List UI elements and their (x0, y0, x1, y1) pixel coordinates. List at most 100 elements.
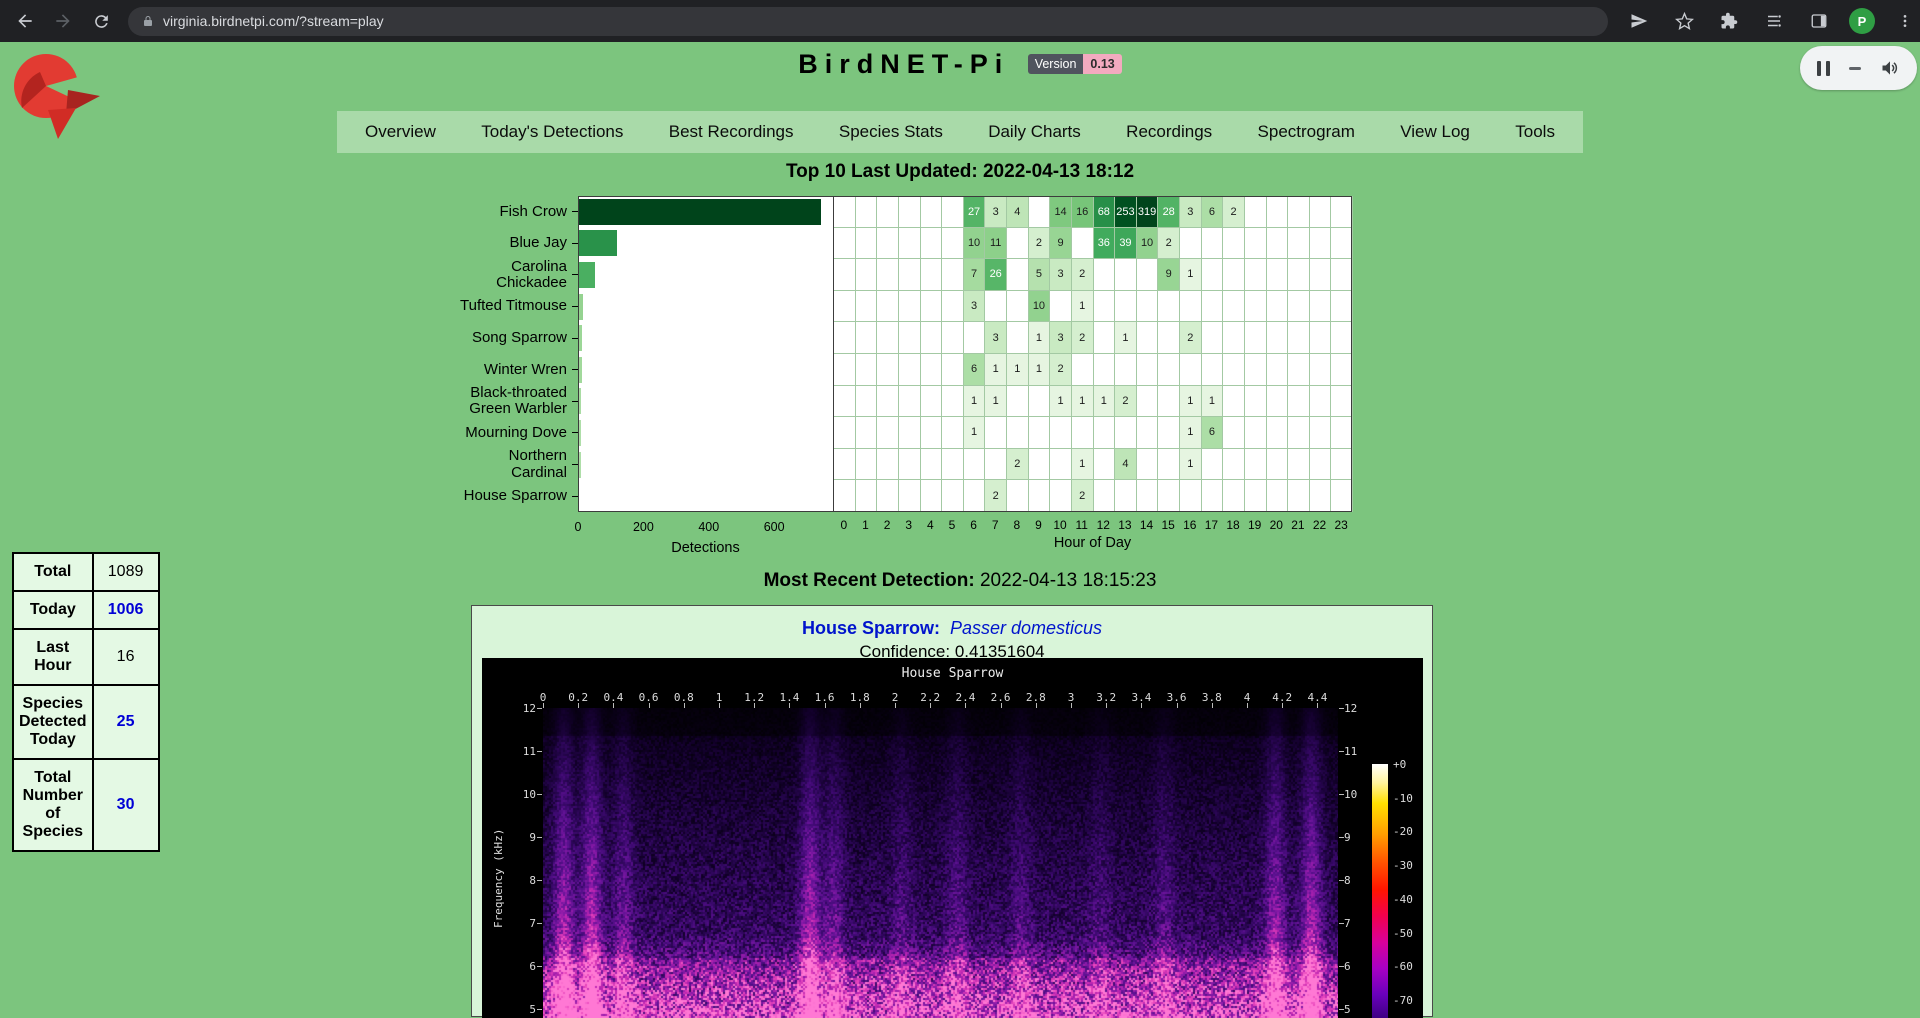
nav-item-view-log[interactable]: View Log (1400, 122, 1470, 142)
species-label: Winter Wren (420, 354, 578, 386)
nav-item-best-recordings[interactable]: Best Recordings (669, 122, 794, 142)
heatmap-cell: 1 (985, 386, 1007, 418)
heatmap-cell (1245, 480, 1267, 512)
db-tick: -50 (1393, 927, 1413, 940)
stats-value[interactable]: 25 (93, 685, 159, 759)
pause-button[interactable] (1817, 61, 1830, 76)
heatmap-cell (1137, 354, 1159, 386)
forward-icon[interactable] (48, 6, 78, 36)
hour-tick: 14 (1140, 518, 1153, 532)
heatmap-cell (1029, 386, 1051, 418)
side-panel-icon[interactable] (1804, 6, 1834, 36)
main-nav: Overview Today's Detections Best Recording… (337, 111, 1583, 153)
heatmap-cell: 5 (1029, 259, 1051, 291)
heatmap-cell (856, 386, 878, 418)
detection-panel: House Sparrow:Passer domesticus Confiden… (471, 605, 1433, 1017)
nav-item-today-s-detections[interactable]: Today's Detections (481, 122, 623, 142)
heatmap-cell: 1 (1180, 449, 1202, 481)
heatmap-cell (1094, 291, 1116, 323)
nav-item-overview[interactable]: Overview (365, 122, 436, 142)
heatmap-cell (1223, 228, 1245, 260)
heatmap-cell (1158, 322, 1180, 354)
heatmap-cell (1007, 228, 1029, 260)
heatmap-cell: 6 (1202, 196, 1224, 228)
heatmap-cell: 1 (1180, 386, 1202, 418)
heatmap-cell: 3 (985, 322, 1007, 354)
address-bar[interactable]: virginia.birdnetpi.com/?stream=play (128, 7, 1608, 36)
stats-value[interactable]: 30 (93, 759, 159, 851)
heatmap-cell (877, 417, 899, 449)
species-scientific-name: Passer domesticus (950, 618, 1102, 638)
audio-timeline[interactable] (1849, 67, 1861, 70)
heatmap-cell (964, 449, 986, 481)
freq-tick: 12 (510, 702, 536, 715)
chart-row: Black-throated Green Warbler11111211 (420, 386, 1352, 418)
heatmap-cell (1007, 417, 1029, 449)
heatmap-cell (1245, 322, 1267, 354)
spectrogram-ylabel: Frequency (kHz) (492, 829, 505, 928)
nav-item-daily-charts[interactable]: Daily Charts (988, 122, 1081, 142)
hour-axis-label: Hour of Day (833, 535, 1352, 551)
nav-item-species-stats[interactable]: Species Stats (839, 122, 943, 142)
heatmap-cell (1267, 449, 1289, 481)
heatmap-cell (1310, 259, 1332, 291)
heatmap-cell (877, 228, 899, 260)
bookmark-star-icon[interactable] (1669, 6, 1699, 36)
heatmap-cell (1331, 196, 1353, 228)
stats-label: Species Detected Today (13, 685, 93, 759)
heatmap-cell (899, 259, 921, 291)
heatmap-cell: 2 (1223, 196, 1245, 228)
freq-tick: 9 (1344, 831, 1351, 844)
heatmap-cell (1267, 480, 1289, 512)
heatmap-cell (1267, 354, 1289, 386)
nav-item-recordings[interactable]: Recordings (1126, 122, 1212, 142)
heatmap-cell (1115, 417, 1137, 449)
heatmap-cell (921, 386, 943, 418)
heatmap-cell: 4 (1007, 196, 1029, 228)
hour-tick: 17 (1205, 518, 1218, 532)
heatmap-cell: 1 (1072, 386, 1094, 418)
heatmap-cell: 1 (1202, 386, 1224, 418)
browser-menu-icon[interactable] (1890, 6, 1920, 36)
heatmap-cell (834, 480, 856, 512)
hour-tick: 4 (927, 518, 934, 532)
detections-bar (578, 480, 833, 512)
heatmap-cell (1137, 480, 1159, 512)
browser-chrome: virginia.birdnetpi.com/?stream=play P (0, 0, 1920, 42)
version-value: 0.13 (1083, 54, 1121, 74)
volume-icon[interactable] (1880, 58, 1900, 78)
heatmap-cell (1310, 480, 1332, 512)
hour-tick: 19 (1248, 518, 1261, 532)
heatmap-cell (1158, 417, 1180, 449)
heatmap-cell: 1 (964, 386, 986, 418)
detections-bar (578, 322, 833, 354)
nav-item-tools[interactable]: Tools (1515, 122, 1555, 142)
heatmap-cell (921, 291, 943, 323)
heatmap-cell (1245, 386, 1267, 418)
heatmap-cell (1137, 259, 1159, 291)
detections-bar (578, 228, 833, 260)
stats-value[interactable]: 1006 (93, 591, 159, 629)
heatmap-cell (1288, 480, 1310, 512)
nav-item-spectrogram[interactable]: Spectrogram (1258, 122, 1355, 142)
heatmap-cell (1072, 417, 1094, 449)
back-icon[interactable] (10, 6, 40, 36)
extensions-puzzle-icon[interactable] (1714, 6, 1744, 36)
send-icon[interactable] (1624, 6, 1654, 36)
profile-avatar[interactable]: P (1849, 8, 1875, 34)
spectrogram-title: House Sparrow (482, 666, 1423, 681)
heatmap-cell (1094, 417, 1116, 449)
species-link[interactable]: House Sparrow:Passer domesticus (802, 618, 1102, 638)
heatmap-cell (1158, 291, 1180, 323)
stats-row: Total Number of Species30 (13, 759, 159, 851)
reload-icon[interactable] (86, 6, 116, 36)
heatmap-cell: 36 (1094, 228, 1116, 260)
heatmap-cell: 3 (1180, 196, 1202, 228)
heatmap-cell: 16 (1072, 196, 1094, 228)
heatmap-cell: 7 (964, 259, 986, 291)
heatmap-cell (1202, 449, 1224, 481)
db-tick: -30 (1393, 859, 1413, 872)
extensions-list-icon[interactable] (1759, 6, 1789, 36)
heatmap-cell (942, 417, 964, 449)
detections-bar (578, 291, 833, 323)
